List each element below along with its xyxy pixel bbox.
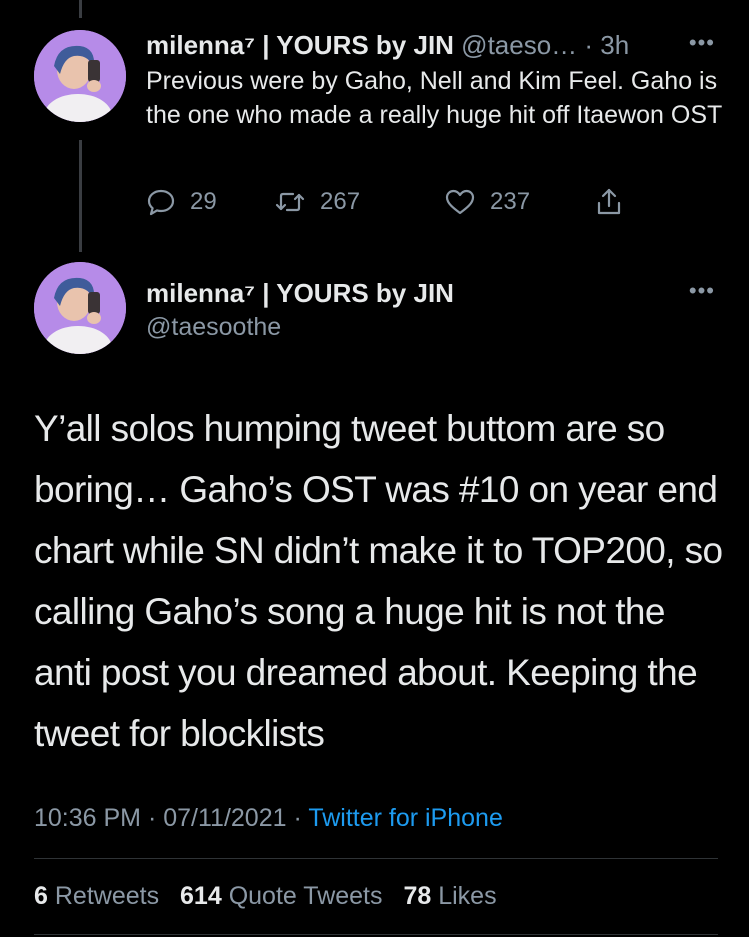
like-count: 237 [490,188,531,215]
tweet-source-link[interactable]: Twitter for iPhone [308,804,503,832]
likes-count: 78 [403,882,432,910]
quote-tweets-count: 614 [180,882,222,910]
main-tweet-text: Y’all solos humping tweet buttom are so … [34,408,723,754]
reply-avatar[interactable] [34,30,126,122]
reply-count: 29 [190,188,217,215]
meta-separator: · [293,804,309,832]
more-icon[interactable]: ••• [689,30,715,56]
reply-text: Previous were by Gaho, Nell and Kim Feel… [146,67,723,129]
thread-line-top [79,0,82,18]
retweets-stat[interactable]: 6 Retweets [34,882,166,910]
tweet-meta: 10:36 PM · 07/11/2021 · Twitter for iPho… [34,802,503,834]
share-upload-icon [594,186,638,218]
main-avatar[interactable] [34,262,126,354]
meta-separator: · [147,804,164,832]
reply-display-name[interactable]: milenna⁷ | YOURS by JIN [146,30,454,60]
reply-time[interactable]: · 3h [584,30,629,60]
tweet-time: 10:36 PM [34,804,142,832]
retweet-button[interactable]: 267 [274,184,360,220]
divider [34,858,718,859]
retweet-arrows-icon [274,187,320,217]
likes-stat[interactable]: 78 Likes [403,882,496,910]
reply-handle[interactable]: @taeso… [461,30,577,60]
speech-bubble-icon [146,187,190,217]
tweet-date: 07/11/2021 [163,804,287,832]
quote-tweets-stat[interactable]: 614 Quote Tweets [180,882,389,910]
retweet-count: 267 [320,188,361,215]
main-display-name[interactable]: milenna⁷ | YOURS by JIN [146,278,454,308]
reply-header: milenna⁷ | YOURS by JIN @taeso… · 3h [146,30,716,60]
reply-button[interactable]: 29 [146,184,217,220]
main-handle[interactable]: @taesoothe [146,312,281,342]
retweets-count: 6 [34,882,48,910]
more-icon[interactable]: ••• [689,278,715,304]
tweet-stats: 6 Retweets 614 Quote Tweets 78 Likes [34,880,511,912]
quote-tweets-label: Quote Tweets [228,882,383,910]
heart-icon [444,187,490,217]
share-button[interactable] [594,184,638,220]
thread-line [79,140,82,252]
divider [34,934,718,935]
retweets-label: Retweets [54,882,160,910]
likes-label: Likes [438,882,497,910]
reply-actions: 29 267 237 [146,184,646,220]
like-button[interactable]: 237 [444,184,530,220]
